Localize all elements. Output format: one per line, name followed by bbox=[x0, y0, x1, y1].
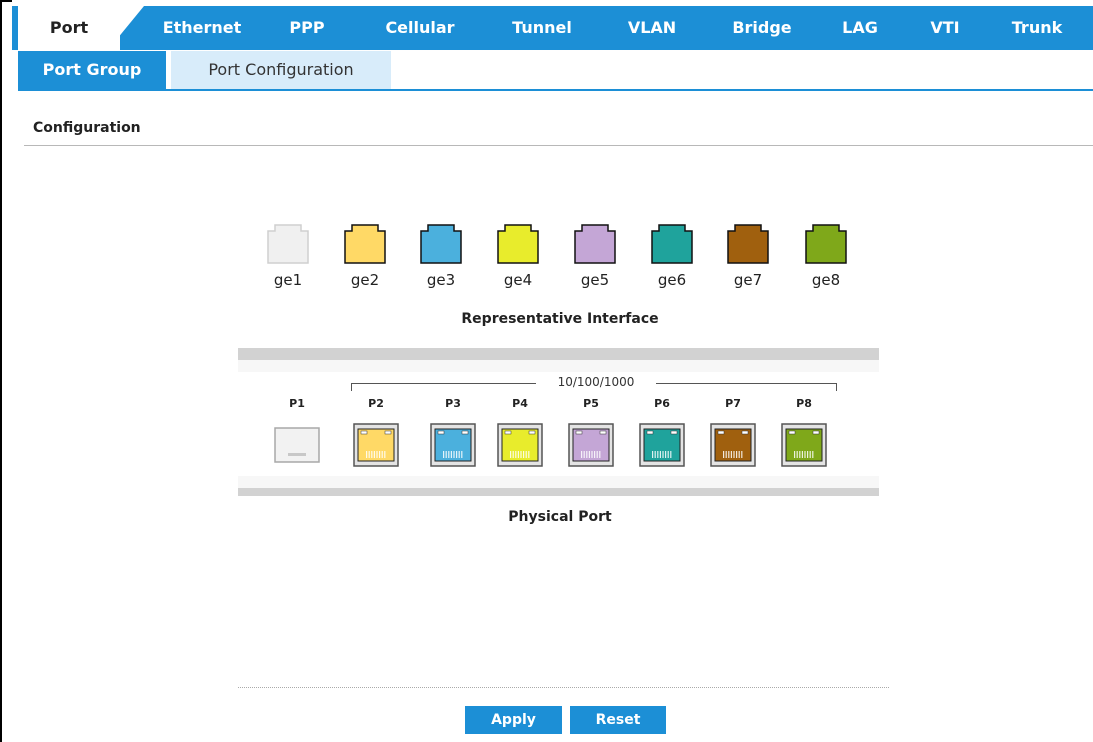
interface-ge5-icon[interactable] bbox=[574, 224, 616, 264]
window-frame-left bbox=[0, 0, 2, 742]
subtab-port-configuration[interactable]: Port Configuration bbox=[171, 51, 391, 89]
interface-label: ge2 bbox=[350, 271, 380, 289]
port-label: P1 bbox=[289, 397, 305, 410]
port-p7-icon[interactable] bbox=[710, 423, 756, 467]
section-divider bbox=[24, 145, 1093, 146]
port-p2-icon[interactable] bbox=[353, 423, 399, 467]
interface-label: ge7 bbox=[733, 271, 763, 289]
tab-port[interactable]: Port bbox=[12, 6, 120, 50]
port-label: P5 bbox=[583, 397, 599, 410]
button-divider bbox=[238, 687, 889, 688]
port-p6-icon[interactable] bbox=[639, 423, 685, 467]
sub-tab-bar: Port Group Port Configuration bbox=[18, 51, 1093, 91]
window-frame-top bbox=[0, 0, 12, 2]
port-p3-icon[interactable] bbox=[430, 423, 476, 467]
tab-cellular[interactable]: Cellular bbox=[370, 6, 470, 50]
interface-label: ge6 bbox=[657, 271, 687, 289]
tab-trunk[interactable]: Trunk bbox=[997, 6, 1077, 50]
interface-label: ge5 bbox=[580, 271, 610, 289]
port-label: P7 bbox=[725, 397, 741, 410]
interface-ge3-icon[interactable] bbox=[420, 224, 462, 264]
subtab-port-group[interactable]: Port Group bbox=[18, 51, 166, 89]
tab-vti[interactable]: VTI bbox=[920, 6, 970, 50]
interface-label: ge4 bbox=[503, 271, 533, 289]
main-tab-bar: Port Ethernet PPP Cellular Tunnel VLAN B… bbox=[12, 6, 1093, 50]
interface-ge6-icon[interactable] bbox=[651, 224, 693, 264]
panel-bottom-band bbox=[238, 488, 879, 496]
port-label: P4 bbox=[512, 397, 528, 410]
interface-ge4-icon[interactable] bbox=[497, 224, 539, 264]
interface-ge1-icon[interactable] bbox=[267, 224, 309, 264]
port-label: P2 bbox=[368, 397, 384, 410]
panel-top-band bbox=[238, 348, 879, 360]
interface-ge7-icon[interactable] bbox=[727, 224, 769, 264]
tab-tunnel[interactable]: Tunnel bbox=[497, 6, 587, 50]
port-p5-icon[interactable] bbox=[568, 423, 614, 467]
port-label: P3 bbox=[445, 397, 461, 410]
tab-lag[interactable]: LAG bbox=[830, 6, 890, 50]
physical-port-title: Physical Port bbox=[508, 509, 612, 525]
tab-bridge[interactable]: Bridge bbox=[717, 6, 807, 50]
tab-ethernet[interactable]: Ethernet bbox=[152, 6, 252, 50]
port-p4-icon[interactable] bbox=[497, 423, 543, 467]
representative-interface-title: Representative Interface bbox=[461, 311, 659, 327]
interface-ge8-icon[interactable] bbox=[805, 224, 847, 264]
port-label: P6 bbox=[654, 397, 670, 410]
interface-label: ge8 bbox=[811, 271, 841, 289]
interface-label: ge3 bbox=[426, 271, 456, 289]
speed-label: 10/100/1000 bbox=[536, 375, 656, 389]
interface-label: ge1 bbox=[273, 271, 303, 289]
port-p8-icon[interactable] bbox=[781, 423, 827, 467]
port-p1-icon[interactable] bbox=[274, 423, 320, 467]
tab-ppp[interactable]: PPP bbox=[277, 6, 337, 50]
apply-button[interactable]: Apply bbox=[465, 706, 562, 734]
active-tab-notch bbox=[108, 6, 144, 50]
interface-ge2-icon[interactable] bbox=[344, 224, 386, 264]
port-label: P8 bbox=[796, 397, 812, 410]
section-title-configuration: Configuration bbox=[33, 120, 141, 136]
reset-button[interactable]: Reset bbox=[570, 706, 666, 734]
tab-vlan[interactable]: VLAN bbox=[612, 6, 692, 50]
